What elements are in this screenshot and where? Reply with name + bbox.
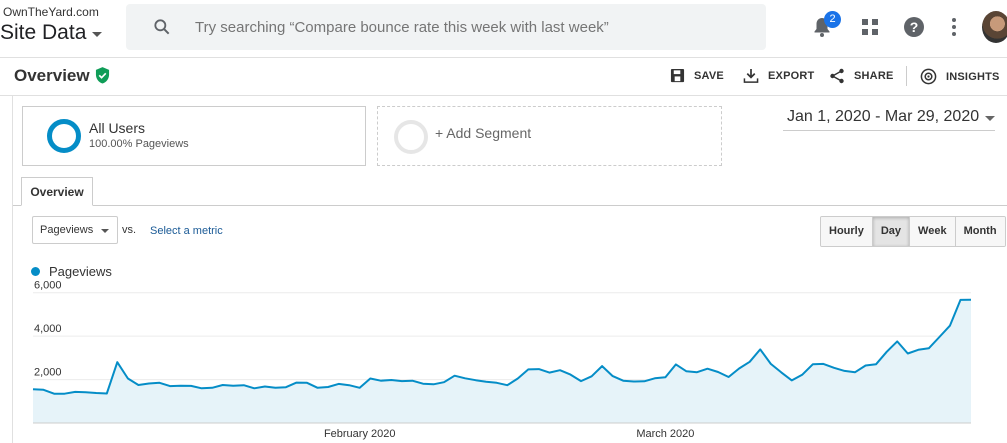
property-selector[interactable]: Site Data: [0, 21, 103, 45]
save-button[interactable]: SAVE: [670, 68, 724, 83]
y-tick-label: 4,000: [34, 323, 62, 335]
notification-badge: 2: [824, 11, 841, 28]
x-tick-label: March 2020: [636, 428, 694, 440]
share-label: SHARE: [854, 70, 894, 82]
more-vert-icon[interactable]: [942, 15, 966, 39]
top-bar: OwnTheYard.com Site Data 2 ?: [0, 0, 1007, 58]
insights-label: INSIGHTS: [946, 70, 1000, 83]
page-header: Overview SAVE EXPORT SHARE INSIGHTS: [0, 58, 1007, 96]
svg-text:?: ?: [910, 19, 919, 35]
help-icon[interactable]: ?: [902, 15, 926, 39]
report-content: All Users 100.00% Pageviews + Add Segmen…: [12, 96, 1007, 443]
apps-grid-icon[interactable]: [858, 15, 882, 39]
chevron-down-icon: [92, 32, 103, 37]
export-button[interactable]: EXPORT: [743, 68, 814, 83]
download-icon: [743, 68, 759, 83]
export-label: EXPORT: [768, 69, 815, 82]
divider: [906, 66, 907, 86]
insights-button[interactable]: INSIGHTS: [920, 68, 1000, 85]
account-name[interactable]: OwnTheYard.com: [3, 5, 99, 19]
series-area: [33, 299, 971, 423]
verified-shield-icon: [95, 67, 110, 84]
save-icon: [670, 68, 685, 83]
property-name: Site Data: [0, 21, 87, 44]
page-title: Overview: [14, 66, 90, 85]
search-input[interactable]: [195, 18, 755, 36]
y-tick-label: 6,000: [34, 280, 62, 292]
search-icon: [154, 19, 170, 35]
avatar[interactable]: [982, 11, 1007, 43]
y-tick-label: 2,000: [34, 367, 62, 379]
pageviews-chart: 2,000 4,000 6,000 February 2020 March 2020: [32, 280, 972, 440]
search-bar[interactable]: [126, 4, 766, 50]
tab-overview[interactable]: Overview: [21, 177, 93, 206]
x-tick-label: February 2020: [324, 428, 396, 440]
share-button[interactable]: SHARE: [829, 68, 894, 84]
insights-icon: [920, 68, 937, 85]
share-icon: [830, 68, 844, 84]
save-label: SAVE: [694, 69, 724, 82]
